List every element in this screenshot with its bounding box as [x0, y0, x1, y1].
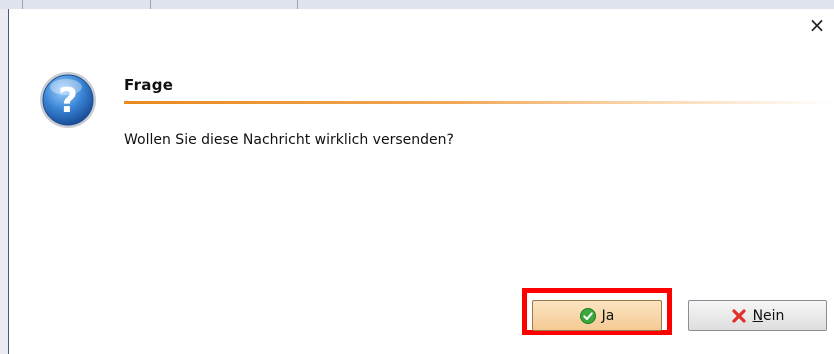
dialog-title: Frage — [124, 76, 174, 94]
title-divider — [124, 101, 834, 104]
strip-divider — [22, 0, 23, 9]
yes-button[interactable]: Ja — [532, 300, 662, 331]
question-icon: ? — [40, 72, 96, 128]
no-button[interactable]: Nein — [688, 300, 827, 331]
yes-button-label: Ja — [601, 307, 615, 324]
svg-text:?: ? — [58, 81, 78, 121]
strip-divider — [297, 0, 298, 9]
close-button[interactable]: × — [808, 15, 826, 35]
dialog-message: Wollen Sie diese Nachricht wirklich vers… — [124, 132, 454, 148]
strip-divider — [150, 0, 151, 9]
window-left-border — [0, 9, 9, 354]
check-circle-icon — [579, 307, 596, 324]
red-x-icon — [731, 308, 746, 323]
no-button-label: Nein — [752, 307, 785, 324]
